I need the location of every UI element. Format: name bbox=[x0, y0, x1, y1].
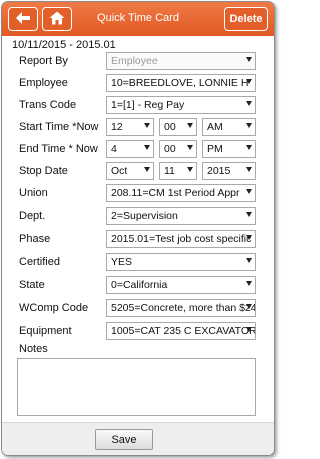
stop-year-value: 2015 bbox=[207, 165, 231, 177]
start-hour-value: 12 bbox=[111, 121, 123, 133]
report-by-value: Employee bbox=[111, 55, 158, 67]
employee-value: 10=BREEDLOVE, LONNIE H bbox=[111, 77, 249, 89]
start-ampm-value: AM bbox=[207, 121, 223, 133]
state-label: State bbox=[19, 279, 45, 291]
chevron-down-icon bbox=[246, 123, 252, 128]
start-time-label: Start Time *Now bbox=[19, 121, 99, 133]
stop-day-select[interactable]: 11 bbox=[159, 162, 197, 180]
equipment-value: 1005=CAT 235 C EXCAVATOR bbox=[111, 325, 256, 337]
time-card-window: Quick Time Card Delete 10/11/2015 - 2015… bbox=[1, 1, 275, 456]
wcomp-select[interactable]: 5205=Concrete, more than $24 bbox=[106, 299, 256, 317]
dept-select[interactable]: 2=Supervision bbox=[106, 207, 256, 225]
stop-date-row: Stop Date Oct 11 2015 bbox=[2, 162, 274, 182]
equipment-label: Equipment bbox=[19, 325, 72, 337]
phase-select[interactable]: 2015.01=Test job cost specific bbox=[106, 230, 256, 248]
stop-month-select[interactable]: Oct bbox=[106, 162, 154, 180]
state-value: 0=California bbox=[111, 279, 168, 291]
start-minute-select[interactable]: 00 bbox=[159, 118, 197, 136]
chevron-down-icon bbox=[246, 304, 252, 309]
wcomp-row: WComp Code 5205=Concrete, more than $24 bbox=[2, 299, 274, 319]
end-ampm-select[interactable]: PM bbox=[202, 140, 256, 158]
chevron-down-icon bbox=[246, 281, 252, 286]
stop-day-value: 11 bbox=[164, 165, 175, 177]
dept-label: Dept. bbox=[19, 210, 46, 222]
dept-row: Dept. 2=Supervision bbox=[2, 207, 274, 227]
end-ampm-value: PM bbox=[207, 143, 223, 155]
phase-value: 2015.01=Test job cost specific bbox=[111, 233, 252, 245]
chevron-down-icon bbox=[246, 57, 252, 62]
trans-code-value: 1=[1] - Reg Pay bbox=[111, 99, 185, 111]
employee-row: Employee 10=BREEDLOVE, LONNIE H bbox=[2, 74, 274, 94]
certified-value: YES bbox=[111, 256, 133, 268]
stop-month-value: Oct bbox=[111, 165, 128, 177]
certified-select[interactable]: YES bbox=[106, 253, 256, 271]
end-time-label: End Time * Now bbox=[19, 143, 98, 155]
trans-code-label: Trans Code bbox=[19, 99, 77, 111]
equipment-row: Equipment 1005=CAT 235 C EXCAVATOR bbox=[2, 322, 274, 342]
save-button[interactable]: Save bbox=[95, 429, 153, 450]
period-label: 10/11/2015 - 2015.01 bbox=[12, 39, 116, 51]
chevron-down-icon bbox=[246, 212, 252, 217]
report-by-select[interactable]: Employee bbox=[106, 52, 256, 70]
union-label: Union bbox=[19, 187, 48, 199]
dept-value: 2=Supervision bbox=[111, 210, 178, 222]
chevron-down-icon bbox=[246, 167, 252, 172]
chevron-down-icon bbox=[246, 235, 252, 240]
chevron-down-icon bbox=[246, 258, 252, 263]
end-minute-select[interactable]: 00 bbox=[159, 140, 197, 158]
chevron-down-icon bbox=[246, 101, 252, 106]
equipment-select[interactable]: 1005=CAT 235 C EXCAVATOR bbox=[106, 322, 256, 340]
end-hour-value: 4 bbox=[111, 143, 117, 155]
chevron-down-icon bbox=[187, 123, 193, 128]
start-ampm-select[interactable]: AM bbox=[202, 118, 256, 136]
stop-date-label: Stop Date bbox=[19, 165, 68, 177]
chevron-down-icon bbox=[246, 327, 252, 332]
certified-row: Certified YES bbox=[2, 253, 274, 273]
chevron-down-icon bbox=[144, 167, 150, 172]
start-hour-select[interactable]: 12 bbox=[106, 118, 154, 136]
phase-label: Phase bbox=[19, 233, 51, 245]
employee-select[interactable]: 10=BREEDLOVE, LONNIE H bbox=[106, 74, 256, 92]
end-hour-select[interactable]: 4 bbox=[106, 140, 154, 158]
start-time-row: Start Time *Now 12 00 AM bbox=[2, 118, 274, 138]
end-minute-value: 00 bbox=[164, 143, 176, 155]
chevron-down-icon bbox=[246, 189, 252, 194]
union-value: 208.11=CM 1st Period Appr bbox=[111, 187, 240, 199]
union-select[interactable]: 208.11=CM 1st Period Appr bbox=[106, 184, 256, 202]
chevron-down-icon bbox=[246, 145, 252, 150]
chevron-down-icon bbox=[187, 145, 193, 150]
report-by-row: Report By Employee bbox=[2, 52, 274, 72]
union-row: Union 208.11=CM 1st Period Appr bbox=[2, 184, 274, 204]
phase-row: Phase 2015.01=Test job cost specific bbox=[2, 230, 274, 250]
chevron-down-icon bbox=[144, 145, 150, 150]
start-minute-value: 00 bbox=[164, 121, 176, 133]
notes-textarea[interactable] bbox=[17, 358, 256, 416]
wcomp-value: 5205=Concrete, more than $24 bbox=[111, 302, 256, 314]
trans-code-select[interactable]: 1=[1] - Reg Pay bbox=[106, 96, 256, 114]
chevron-down-icon bbox=[246, 79, 252, 84]
report-by-label: Report By bbox=[19, 55, 68, 67]
state-row: State 0=California bbox=[2, 276, 274, 296]
delete-button[interactable]: Delete bbox=[224, 7, 268, 31]
state-select[interactable]: 0=California bbox=[106, 276, 256, 294]
wcomp-label: WComp Code bbox=[19, 302, 89, 314]
trans-code-row: Trans Code 1=[1] - Reg Pay bbox=[2, 96, 274, 116]
end-time-row: End Time * Now 4 00 PM bbox=[2, 140, 274, 160]
footer-bar: Save bbox=[2, 422, 274, 455]
employee-label: Employee bbox=[19, 77, 68, 89]
notes-label: Notes bbox=[19, 343, 48, 355]
title-bar: Quick Time Card Delete bbox=[2, 2, 274, 36]
chevron-down-icon bbox=[187, 167, 193, 172]
chevron-down-icon bbox=[144, 123, 150, 128]
certified-label: Certified bbox=[19, 256, 60, 268]
stop-year-select[interactable]: 2015 bbox=[202, 162, 256, 180]
